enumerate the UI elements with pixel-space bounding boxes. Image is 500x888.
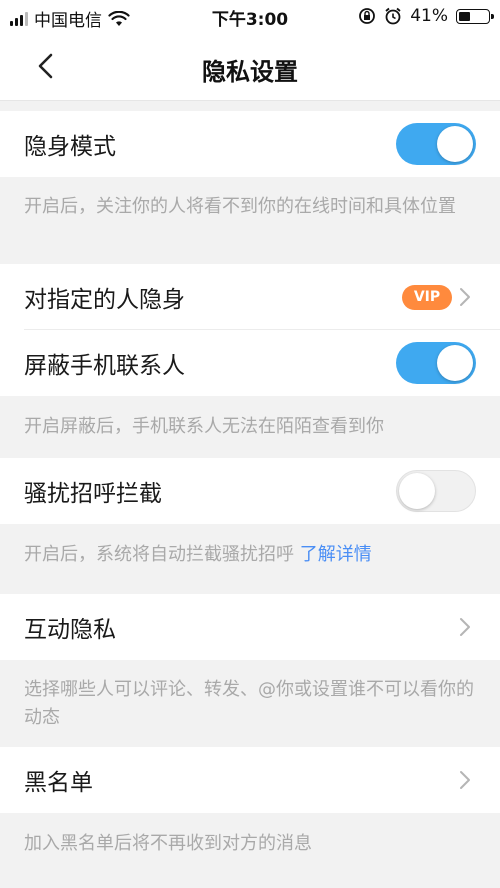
block-contacts-description-text: 开启屏蔽后，手机联系人无法在陌陌查看到你 <box>24 416 384 437</box>
blacklist-description-text: 加入黑名单后将不再收到对方的消息 <box>24 833 312 854</box>
stealth-mode-description-text: 开启后，关注你的人将看不到你的在线时间和具体位置 <box>24 196 456 217</box>
status-right: 41% <box>358 6 494 26</box>
blacklist-label: 黑名单 <box>24 770 93 796</box>
interaction-privacy-label: 互动隐私 <box>24 617 116 643</box>
alarm-icon <box>385 7 401 25</box>
interaction-privacy-description: 选择哪些人可以评论、转发、@你或设置谁不可以看你的动态 <box>0 660 500 747</box>
block-contacts-description: 开启屏蔽后，手机联系人无法在陌陌查看到你 <box>0 396 500 458</box>
interaction-privacy-description-text: 选择哪些人可以评论、转发、@你或设置谁不可以看你的动态 <box>24 679 474 728</box>
stealth-mode-description: 开启后，关注你的人将看不到你的在线时间和具体位置 <box>0 177 500 264</box>
block-contacts-toggle[interactable] <box>396 342 476 384</box>
blacklist-description: 加入黑名单后将不再收到对方的消息 <box>0 813 500 875</box>
chevron-right-icon <box>460 771 470 789</box>
harassment-block-row[interactable]: 骚扰招呼拦截 <box>0 458 500 524</box>
harassment-block-label: 骚扰招呼拦截 <box>24 481 162 507</box>
chevron-right-icon <box>460 288 470 306</box>
battery-icon <box>456 8 494 24</box>
vip-badge: VIP <box>402 285 452 310</box>
stealth-specific-label: 对指定的人隐身 <box>24 287 185 313</box>
block-contacts-row[interactable]: 屏蔽手机联系人 <box>0 330 500 396</box>
stealth-mode-toggle[interactable] <box>396 123 476 165</box>
stealth-mode-label: 隐身模式 <box>24 134 116 160</box>
stealth-specific-row[interactable]: 对指定的人隐身 VIP <box>0 264 500 330</box>
page-title: 隐私设置 <box>202 58 298 86</box>
blacklist-row[interactable]: 黑名单 <box>0 747 500 813</box>
interaction-privacy-row[interactable]: 互动隐私 <box>0 594 500 660</box>
navigation-bar: 隐私设置 <box>0 32 500 101</box>
stealth-mode-row[interactable]: 隐身模式 <box>0 111 500 177</box>
harassment-block-description-text: 开启后，系统将自动拦截骚扰招呼 <box>24 544 294 565</box>
block-contacts-label: 屏蔽手机联系人 <box>24 353 185 379</box>
rotation-lock-icon <box>359 8 376 24</box>
learn-more-link[interactable]: 了解详情 <box>300 544 372 565</box>
harassment-block-toggle[interactable] <box>396 470 476 512</box>
battery-percent: 41% <box>410 6 448 26</box>
harassment-block-description: 开启后，系统将自动拦截骚扰招呼 了解详情 <box>0 524 500 594</box>
chevron-right-icon <box>460 618 470 636</box>
status-bar: 中国电信 下午3:00 41% <box>0 0 500 32</box>
